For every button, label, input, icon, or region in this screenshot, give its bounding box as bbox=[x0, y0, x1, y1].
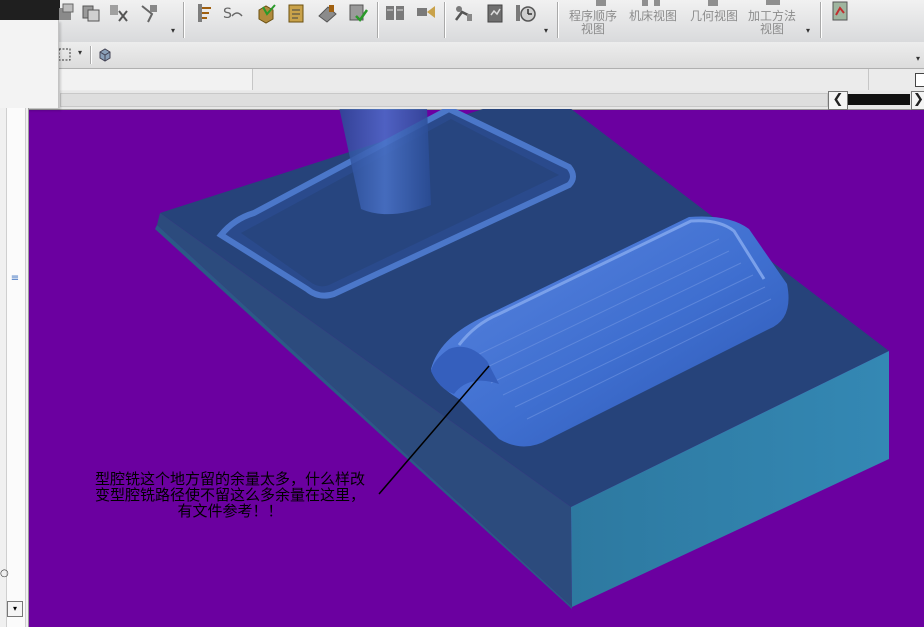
scroll-down-button[interactable]: ▾ bbox=[7, 601, 23, 617]
resource-bar: ≡ ○ ▾ bbox=[0, 108, 29, 627]
geometry-view-button[interactable]: 几何视图 bbox=[687, 10, 741, 23]
toolbar-overflow-icon[interactable]: ▾ bbox=[544, 26, 548, 35]
generate-icon[interactable] bbox=[347, 2, 369, 24]
document-tab[interactable] bbox=[60, 69, 253, 90]
toolbar2-overflow-icon[interactable]: ▾ bbox=[916, 54, 920, 63]
toolbar-overflow-icon[interactable]: ▾ bbox=[806, 26, 810, 35]
toolbar-separator bbox=[820, 2, 821, 38]
toolbar-overflow-icon[interactable]: ▾ bbox=[171, 26, 175, 35]
tool-copy-icon[interactable] bbox=[80, 2, 102, 24]
program-order-view-button[interactable]: 程序顺序 视图 bbox=[566, 10, 620, 36]
window-titlebar-fragment bbox=[0, 0, 60, 20]
annotation-line-1: 型腔铣这个地方留的余量太多，什么样改 bbox=[94, 470, 365, 488]
clock-icon[interactable] bbox=[514, 2, 536, 24]
operation-icon[interactable] bbox=[193, 2, 215, 24]
geometry-view-label: 几何视图 bbox=[689, 9, 738, 23]
machine-view-label: 机床视图 bbox=[628, 9, 677, 23]
horizontal-scroll-track[interactable] bbox=[60, 93, 828, 107]
program-order-view-icon bbox=[596, 0, 606, 6]
annotation-note: 型腔铣这个地方留的余量太多，什么样改 变型腔铣路径使不留这么多余量在这里， 有文… bbox=[60, 471, 400, 519]
selection-dropdown-icon[interactable]: ▾ bbox=[78, 48, 82, 57]
machine-view-icon bbox=[642, 0, 660, 6]
method-view-label-2: 视图 bbox=[759, 22, 784, 36]
toolbar-separator bbox=[90, 46, 91, 64]
graphics-viewport[interactable] bbox=[29, 109, 924, 627]
main-toolbar: ▾ S ▾ 程序顺序 视图 机床视图 几何视图 加工方法 视图 ▾ bbox=[0, 0, 924, 43]
annotation-line-2: 变型腔铣路径使不留这么多余量在这里， bbox=[94, 486, 365, 504]
toolbar-separator bbox=[444, 2, 445, 38]
svg-text:S: S bbox=[223, 6, 232, 22]
navigator-marker: ○ bbox=[0, 568, 9, 579]
tab-bar bbox=[0, 69, 924, 92]
geometry-view-icon bbox=[708, 0, 718, 6]
cube-icon[interactable] bbox=[255, 2, 277, 24]
path-list-icon[interactable] bbox=[384, 2, 406, 24]
method-view-icon bbox=[766, 0, 780, 5]
tool-path-icon[interactable] bbox=[138, 2, 160, 24]
tool-delete-icon[interactable] bbox=[108, 2, 130, 24]
toolbar-separator bbox=[557, 2, 558, 38]
scroll-left-button[interactable]: ❮ bbox=[828, 91, 848, 110]
toolbar-separator bbox=[183, 2, 184, 38]
tab-divider bbox=[868, 69, 869, 90]
selection-box-icon[interactable] bbox=[58, 48, 72, 62]
drill-icon[interactable] bbox=[316, 2, 338, 24]
annotation-line-3: 有文件参考！！ bbox=[177, 502, 283, 520]
robot-icon[interactable] bbox=[452, 2, 474, 24]
gauge-icon[interactable] bbox=[285, 2, 307, 24]
program-order-view-label-2: 视图 bbox=[580, 22, 605, 36]
method-view-button[interactable]: 加工方法 视图 bbox=[745, 10, 799, 36]
toolbar-separator bbox=[377, 2, 378, 38]
floating-dialog-fragment bbox=[0, 20, 59, 109]
graphics-window-top-strip: ❮ ❯ bbox=[0, 91, 924, 110]
navigator-scroll-track[interactable] bbox=[6, 108, 26, 627]
window-restore-icon[interactable] bbox=[915, 73, 924, 87]
shaded-cube-icon[interactable] bbox=[97, 47, 113, 63]
horizontal-scroll-thumb[interactable] bbox=[848, 94, 910, 105]
stepper-icon[interactable]: S bbox=[222, 2, 244, 24]
selection-toolbar: ▾ ▾ bbox=[0, 42, 924, 69]
machine-view-button[interactable]: 机床视图 bbox=[626, 10, 680, 23]
resize-grip-icon[interactable]: ≡ bbox=[9, 274, 21, 284]
verify-icon[interactable] bbox=[830, 0, 852, 22]
document-icon[interactable] bbox=[484, 2, 506, 24]
probe-icon[interactable] bbox=[415, 2, 437, 24]
scroll-right-button[interactable]: ❯ bbox=[911, 91, 924, 110]
